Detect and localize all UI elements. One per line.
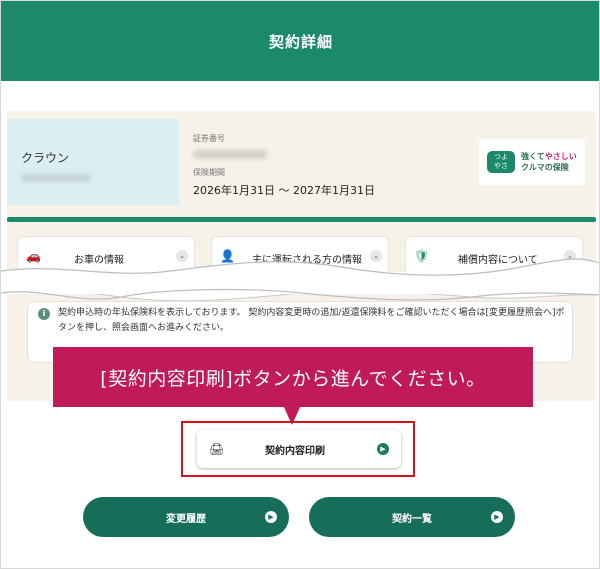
logo-mark-line2: やさ (494, 162, 508, 170)
torn-edge-separator (1, 258, 599, 302)
printer-icon: 🖨 (209, 442, 225, 456)
change-history-button[interactable]: 変更履歴 ▶ (83, 497, 289, 537)
logo-mark-line1: つよ (494, 153, 508, 161)
screen-frame: 契約詳細 クラウン 証券番号 保険期間 2026年1月31日 ～ 2027年1月… (0, 0, 600, 569)
car-name: クラウン (21, 151, 70, 165)
logo-line1-b: やさしい (544, 152, 577, 161)
logo-text: 強くてやさしい クルマの保険 (521, 151, 577, 173)
logo-line2: クルマの保険 (521, 163, 569, 172)
blurred-plate-number (21, 174, 91, 182)
info-icon: i (38, 308, 50, 320)
contract-list-button[interactable]: 契約一覧 ▶ (309, 497, 515, 537)
page-header: 契約詳細 (1, 1, 599, 81)
logo-mark: つよ やさ (487, 151, 515, 173)
product-logo: つよ やさ 強くてやさしい クルマの保険 (479, 139, 585, 185)
premium-notice-text: 契約申込時の年払保険料を表示しております。 契約内容変更時の追加/返還保険料をご… (58, 308, 565, 333)
instruction-callout: [契約内容印刷]ボタンから進んでください。 (53, 347, 533, 407)
callout-text: [契約内容印刷]ボタンから進んでください。 (100, 367, 486, 390)
car-panel: クラウン (7, 119, 179, 205)
change-history-label: 変更履歴 (166, 514, 206, 525)
blurred-policy-number (193, 150, 267, 159)
arrow-right-icon: ▶ (265, 511, 277, 523)
contract-list-label: 契約一覧 (392, 514, 432, 525)
page-title: 契約詳細 (268, 32, 333, 51)
arrow-right-icon: ▶ (377, 443, 389, 455)
logo-line1-a: 強くて (521, 152, 545, 161)
arrow-right-icon: ▶ (491, 511, 503, 523)
print-button-label: 契約内容印刷 (265, 446, 325, 457)
print-contract-button[interactable]: 🖨 契約内容印刷 ▶ (197, 430, 401, 468)
